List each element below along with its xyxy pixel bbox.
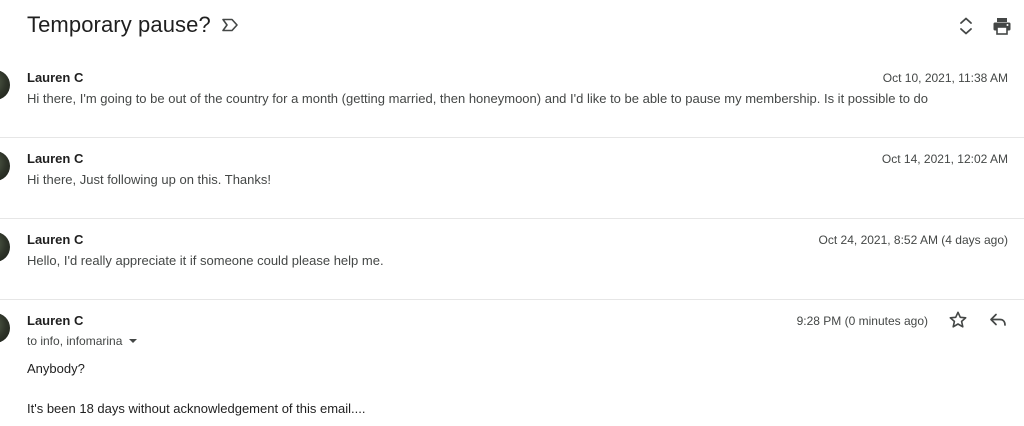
label-icon[interactable] bbox=[221, 17, 239, 33]
message-date: Oct 14, 2021, 12:02 AM bbox=[881, 152, 1008, 166]
message-body-line: Anybody? bbox=[27, 361, 85, 376]
caret-down-icon[interactable] bbox=[129, 339, 138, 343]
avatar[interactable] bbox=[0, 70, 10, 100]
message-snippet: Hi there, Just following up on this. Tha… bbox=[27, 172, 271, 187]
avatar[interactable] bbox=[0, 232, 10, 262]
sender-name: Lauren C bbox=[27, 313, 84, 328]
recipients-text: to info, infomarina bbox=[27, 334, 123, 348]
message-date: Oct 24, 2021, 8:52 AM (4 days ago) bbox=[818, 233, 1008, 247]
sender-name: Lauren C bbox=[27, 232, 84, 247]
message-date: 9:28 PM (0 minutes ago) bbox=[796, 314, 928, 328]
thread-subject: Temporary pause? bbox=[27, 12, 211, 37]
print-icon[interactable] bbox=[992, 16, 1012, 36]
message-snippet: Hi there, I'm going to be out of the cou… bbox=[27, 91, 929, 106]
message-snippet: Hello, I'd really appreciate it if someo… bbox=[27, 253, 384, 268]
message-collapsed[interactable]: Lauren C Oct 10, 2021, 11:38 AM Hi there… bbox=[0, 57, 1024, 138]
message-date: Oct 10, 2021, 11:38 AM bbox=[882, 71, 1008, 85]
avatar[interactable] bbox=[0, 313, 10, 343]
sender-name: Lauren C bbox=[27, 70, 84, 85]
sender-name: Lauren C bbox=[27, 151, 84, 166]
reply-icon[interactable] bbox=[988, 310, 1008, 330]
unfold-more-icon[interactable] bbox=[957, 16, 975, 36]
message-body-line: It's been 18 days without acknowledgemen… bbox=[27, 401, 366, 416]
message-collapsed[interactable]: Lauren C Oct 14, 2021, 12:02 AM Hi there… bbox=[0, 138, 1024, 219]
message-expanded: Lauren C 9:28 PM (0 minutes ago) to info… bbox=[0, 300, 1024, 426]
star-icon[interactable] bbox=[948, 310, 968, 330]
avatar[interactable] bbox=[0, 151, 10, 181]
thread-header: Temporary pause? bbox=[0, 0, 1024, 56]
recipients-toggle[interactable]: to info, infomarina bbox=[27, 334, 138, 348]
message-collapsed[interactable]: Lauren C Oct 24, 2021, 8:52 AM (4 days a… bbox=[0, 219, 1024, 300]
